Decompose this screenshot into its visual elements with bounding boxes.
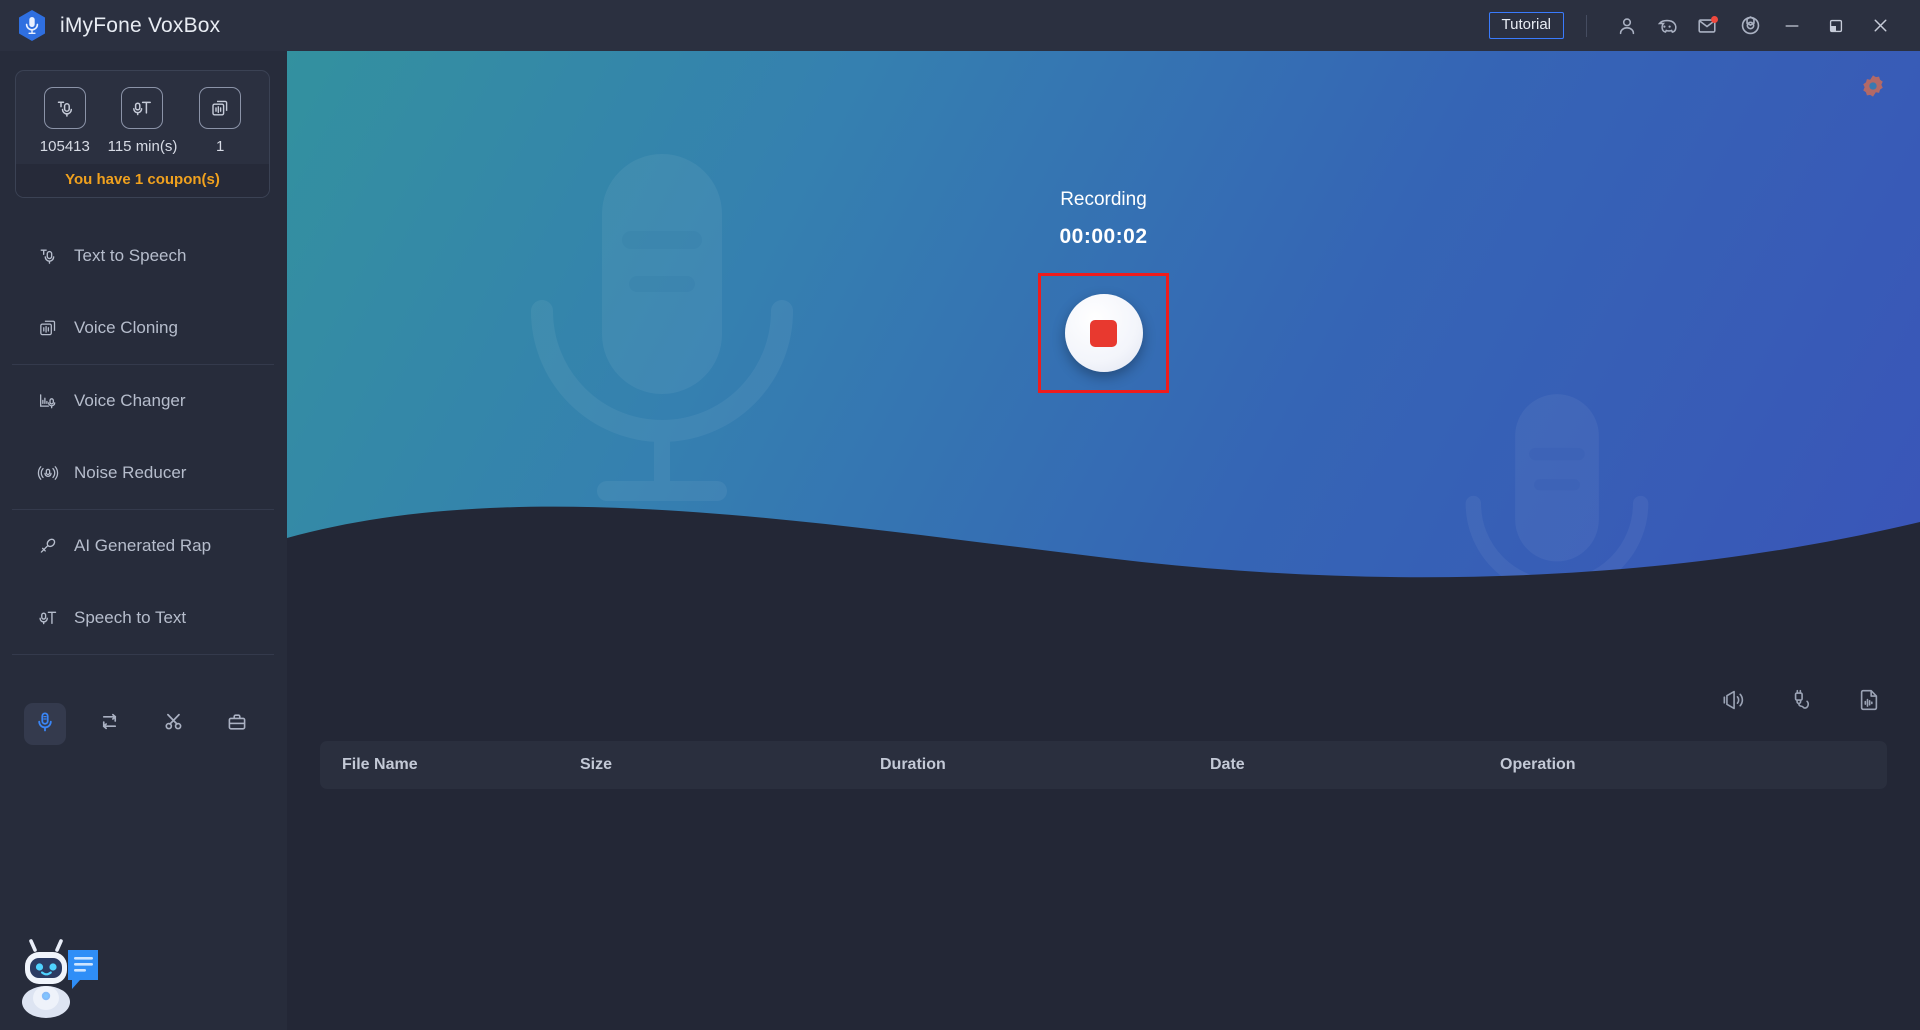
credits-card: 105413 115 min(s) 1 You have 1 coupon(s)	[15, 70, 270, 198]
credit-value: 105413	[39, 138, 90, 155]
coupon-banner[interactable]: You have 1 coupon(s)	[16, 164, 269, 197]
voice-changer-icon	[36, 389, 60, 413]
voice-cloning-icon	[199, 87, 242, 129]
app-logo-icon	[17, 9, 47, 42]
converter-tool-button[interactable]	[88, 703, 130, 745]
sidebar-item-label: AI Generated Rap	[74, 536, 212, 555]
column-header-file-name[interactable]: File Name	[320, 756, 580, 774]
file-action-bar	[1720, 687, 1882, 713]
credit-value: 115 min(s)	[107, 138, 178, 155]
speech-to-text-icon	[36, 606, 60, 630]
column-header-duration[interactable]: Duration	[880, 756, 1210, 774]
scissors-icon	[161, 709, 186, 739]
title-bar: iMyFone VoxBox Tutorial	[0, 0, 1920, 51]
stop-button-highlight	[1038, 273, 1169, 393]
text-to-speech-icon	[36, 244, 60, 268]
sidebar-nav: Text to Speech Voice Cloning Voice Chang…	[0, 220, 287, 655]
recorder-panel: Recording 00:00:02	[287, 51, 1920, 551]
sidebar-item-text-to-speech[interactable]: Text to Speech	[0, 220, 287, 292]
stop-square-icon	[1090, 319, 1117, 347]
recording-timer: 00:00:02	[1059, 225, 1148, 248]
credit-value: 1	[215, 138, 225, 155]
sidebar-item-noise-reducer[interactable]: Noise Reducer	[0, 437, 287, 509]
recorder-tool-button[interactable]	[24, 703, 66, 745]
window-controls: Tutorial	[1488, 0, 1920, 51]
tutorial-button[interactable]: Tutorial	[1488, 12, 1564, 39]
sidebar-item-ai-generated-rap[interactable]: AI Generated Rap	[0, 510, 287, 582]
toolbox-tool-button[interactable]	[216, 703, 258, 745]
audio-file-icon[interactable]	[1856, 687, 1882, 713]
sidebar-tool-row	[0, 703, 287, 745]
credits-row: 105413 115 min(s) 1	[16, 71, 269, 164]
sidebar-item-label: Text to Speech	[74, 246, 187, 265]
ai-rap-icon	[36, 534, 60, 558]
microphone-icon	[33, 710, 57, 739]
sidebar-item-label: Speech to Text	[74, 608, 187, 627]
mail-notification-dot	[1711, 15, 1718, 23]
text-to-speech-icon	[43, 87, 86, 129]
discord-icon[interactable]	[1647, 6, 1687, 46]
sidebar-item-voice-cloning[interactable]: Voice Cloning	[0, 292, 287, 364]
column-header-size[interactable]: Size	[580, 756, 880, 774]
sidebar-item-speech-to-text[interactable]: Speech to Text	[0, 582, 287, 654]
sidebar: 105413 115 min(s) 1 You have 1 coupon(s)…	[0, 51, 287, 1030]
recording-status-label: Recording	[1060, 189, 1147, 210]
sidebar-item-label: Voice Changer	[74, 391, 186, 410]
sidebar-item-label: Noise Reducer	[74, 463, 187, 482]
speaker-icon[interactable]	[1720, 687, 1746, 713]
sidebar-divider	[12, 654, 274, 655]
cutter-tool-button[interactable]	[152, 703, 194, 745]
maximize-icon[interactable]	[1814, 0, 1858, 51]
close-icon[interactable]	[1858, 0, 1902, 51]
speech-to-text-icon	[121, 87, 164, 129]
minimize-icon[interactable]	[1770, 0, 1814, 51]
mail-icon[interactable]	[1687, 6, 1727, 46]
credit-item-clones[interactable]: 1	[182, 87, 259, 155]
file-table: File Name Size Duration Date Operation	[320, 741, 1887, 1019]
noise-reducer-icon	[36, 461, 60, 485]
main-content: Recording 00:00:02 File Name Size Durati…	[287, 51, 1920, 1030]
microphone-jack-icon[interactable]	[1788, 687, 1814, 713]
sidebar-item-voice-changer[interactable]: Voice Changer	[0, 365, 287, 437]
column-header-date[interactable]: Date	[1210, 756, 1500, 774]
column-header-operation[interactable]: Operation	[1500, 756, 1800, 774]
voice-cloning-icon	[36, 316, 60, 340]
user-icon[interactable]	[1607, 6, 1647, 46]
sidebar-item-label: Voice Cloning	[74, 318, 178, 337]
app-title: iMyFone VoxBox	[60, 13, 221, 37]
recorder-banner: Recording 00:00:02	[287, 51, 1920, 616]
file-table-body	[320, 789, 1887, 1019]
credit-item-minutes[interactable]: 115 min(s)	[104, 87, 181, 155]
gear-icon[interactable]	[1730, 6, 1770, 46]
stop-recording-button[interactable]	[1064, 294, 1143, 372]
file-table-header: File Name Size Duration Date Operation	[320, 741, 1887, 789]
loop-convert-icon	[97, 709, 122, 739]
toolbox-icon	[225, 710, 249, 739]
chatbot-assistant-icon[interactable]	[16, 926, 104, 1018]
toolbar-divider	[1586, 14, 1587, 37]
credit-item-characters[interactable]: 105413	[26, 87, 103, 155]
